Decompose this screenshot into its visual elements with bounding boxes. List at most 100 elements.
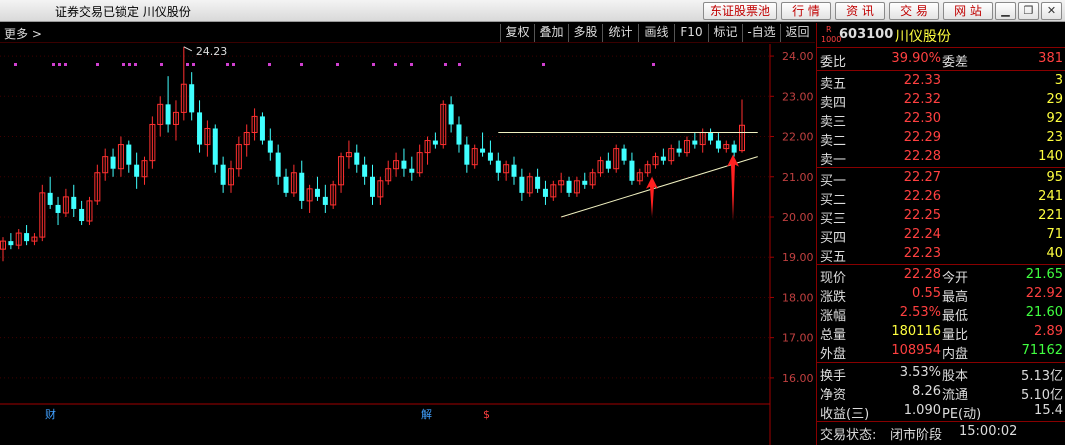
candle-body: [542, 188, 548, 197]
indicator-dot: [444, 63, 447, 66]
quote-value: 180116: [891, 324, 941, 339]
candle-body: [660, 156, 666, 161]
candle-body: [259, 116, 265, 141]
status-phase: 闭市阶段: [890, 428, 943, 443]
quote-row: 涨幅 2.53% 最低 21.60: [817, 304, 1065, 324]
bid-volume: 95: [1046, 170, 1063, 185]
ask-row: 卖四 22.32 29: [817, 91, 1065, 111]
stock-header: R 1000 603100 川仪股份: [817, 23, 1065, 48]
minimize-icon[interactable]: ▁: [995, 2, 1016, 20]
indicator-dot: [372, 63, 375, 66]
candle-body: [283, 176, 289, 193]
candlestick-chart[interactable]: 24.00 23.00 22.00 21.00 20.00 19.00 18.00 17.00…: [0, 44, 815, 445]
fund-value: 8.26: [912, 384, 941, 399]
candle-body: [401, 160, 407, 169]
quote-value: 22.92: [1025, 286, 1063, 301]
tool-back[interactable]: 返回: [780, 24, 814, 42]
candle-body: [197, 112, 203, 145]
quote-label: 最低: [942, 309, 969, 324]
ask-label: 卖二: [820, 134, 847, 149]
close-icon[interactable]: ✕: [1041, 2, 1062, 20]
y-tick-label: 22.00: [782, 131, 814, 144]
bid-price: 22.27: [903, 170, 941, 185]
event-marker: 解: [421, 407, 432, 421]
candle-body: [448, 104, 454, 125]
tool-watchlist[interactable]: -自选: [742, 24, 780, 42]
bid-label: 买二: [820, 193, 847, 208]
fund-row: 收益(三) 1.090 PE(动) 15.4: [817, 402, 1065, 422]
bid-row: 买三 22.25 221: [817, 207, 1065, 227]
ask-row: 卖五 22.33 3: [817, 72, 1065, 92]
bid-volume: 40: [1046, 246, 1063, 261]
stock-name: 川仪股份: [895, 29, 951, 45]
status-label: 交易状态:: [820, 428, 877, 443]
market-button[interactable]: 行 情: [781, 2, 831, 20]
indicator-dot: [64, 63, 67, 66]
y-tick-label: 16.00: [782, 372, 814, 385]
y-tick-label: 20.00: [782, 211, 814, 224]
divider: [817, 167, 1065, 168]
tool-mark[interactable]: 标记: [708, 24, 742, 42]
bid-volume: 241: [1038, 189, 1063, 204]
ask-price: 22.33: [903, 73, 941, 88]
ask-volume: 140: [1038, 149, 1063, 164]
candle-body: [189, 84, 195, 113]
ask-price: 22.32: [903, 92, 941, 107]
quote-value: 71162: [1021, 343, 1063, 358]
indicator-dot: [160, 63, 163, 66]
stock-code: 603100: [839, 27, 894, 42]
fund-label: PE(动): [942, 407, 982, 422]
diff-value: 381: [1038, 51, 1063, 66]
candle-body: [126, 144, 132, 165]
bid-label: 买四: [820, 231, 847, 246]
candle-body: [362, 164, 368, 177]
quote-label: 现价: [820, 271, 847, 286]
indicator-dot: [268, 63, 271, 66]
red-arrow: [646, 176, 658, 217]
more-menu[interactable]: 更多 >: [4, 25, 42, 42]
stock-badge: R 1000: [821, 25, 841, 45]
restore-icon[interactable]: ❐: [1018, 2, 1039, 20]
quote-label: 最高: [942, 290, 969, 305]
news-button[interactable]: 资 讯: [835, 2, 885, 20]
trade-button[interactable]: 交 易: [889, 2, 939, 20]
candle-body: [24, 233, 30, 242]
indicator-dot: [410, 63, 413, 66]
fund-value: 5.13亿: [1021, 369, 1063, 384]
bid-volume: 221: [1038, 208, 1063, 223]
tool-multi-stock[interactable]: 多股: [568, 24, 602, 42]
candle-body: [731, 144, 737, 153]
quote-row: 涨跌 0.55 最高 22.92: [817, 285, 1065, 305]
bid-price: 22.25: [903, 208, 941, 223]
quote-label: 涨幅: [820, 309, 847, 324]
quote-value: 21.60: [1025, 305, 1063, 320]
indicator-dot: [226, 63, 229, 66]
peak-label: 24.23: [196, 45, 228, 58]
candle-body: [322, 196, 328, 205]
window-title: 证券交易已锁定 川仪股份: [55, 5, 191, 19]
candle-body: [708, 132, 714, 141]
indicator-dot: [192, 63, 195, 66]
candle-body: [220, 164, 226, 185]
quote-value: 22.28: [903, 267, 941, 282]
tool-statistics[interactable]: 统计: [602, 24, 638, 42]
tool-draw-line[interactable]: 画线: [638, 24, 674, 42]
website-button[interactable]: 网 站: [943, 2, 993, 20]
y-tick-label: 24.00: [782, 50, 814, 63]
fund-label: 净资: [820, 388, 847, 403]
tool-overlay[interactable]: 叠加: [534, 24, 568, 42]
quote-row: 现价 22.28 今开 21.65: [817, 266, 1065, 286]
bid-row: 买四 22.24 71: [817, 226, 1065, 246]
bid-row: 买五 22.23 40: [817, 245, 1065, 265]
fund-label: 换手: [820, 369, 847, 384]
candle-body: [71, 196, 77, 209]
candles-layer: [0, 46, 745, 262]
fund-value: 5.10亿: [1021, 388, 1063, 403]
tool-fuquan[interactable]: 复权: [500, 24, 534, 42]
tool-f10[interactable]: F10: [674, 24, 708, 42]
bid-price: 22.26: [903, 189, 941, 204]
candle-body: [299, 172, 305, 201]
ask-price: 22.28: [903, 149, 941, 164]
stock-pool-button[interactable]: 东证股票池: [703, 2, 777, 20]
candle-body: [582, 180, 588, 185]
